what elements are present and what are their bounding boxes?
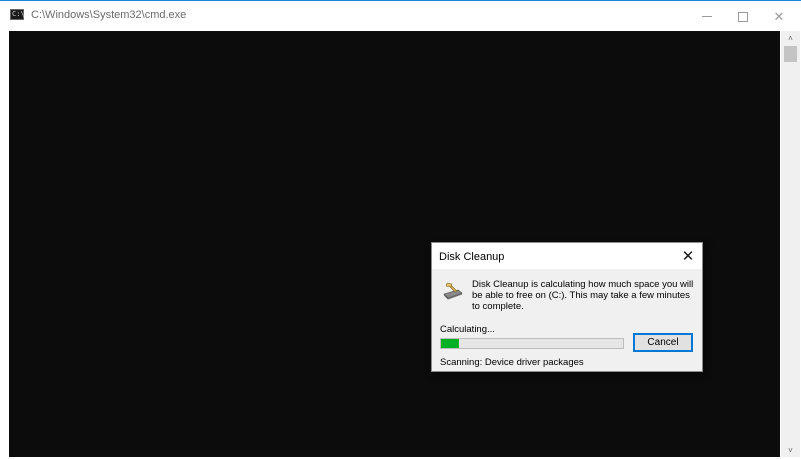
- scrollbar-thumb[interactable]: [784, 46, 797, 62]
- scroll-down-button[interactable]: ˅: [781, 443, 800, 457]
- close-icon: ✕: [681, 248, 695, 265]
- maximize-icon: [738, 11, 748, 22]
- close-button[interactable]: ✕: [761, 2, 797, 31]
- scroll-up-button[interactable]: ˄: [781, 31, 800, 45]
- vertical-scrollbar[interactable]: ˄ ˅: [781, 31, 800, 457]
- chevron-down-icon: ˅: [788, 445, 793, 455]
- cancel-button[interactable]: Cancel: [633, 333, 693, 352]
- calculating-label: Calculating...: [440, 324, 495, 335]
- progress-bar: [440, 338, 624, 349]
- cmd-window: C:\ C:\Windows\System32\cmd.exe ✕ ˄ ˅: [0, 0, 801, 459]
- maximize-button[interactable]: [725, 2, 761, 31]
- minimize-icon: [702, 16, 712, 17]
- disk-cleanup-dialog: Disk Cleanup ✕ Disk Cleanup is calculati…: [431, 242, 703, 372]
- chevron-up-icon: ˄: [788, 33, 793, 43]
- command-prompt-icon-glyph: C:\: [12, 10, 25, 18]
- dialog-close-button[interactable]: ✕: [677, 246, 699, 266]
- minimize-button[interactable]: [689, 2, 725, 31]
- command-prompt-icon[interactable]: C:\: [10, 9, 25, 20]
- dialog-title: Disk Cleanup: [439, 251, 505, 263]
- title-bar[interactable]: C:\ C:\Windows\System32\cmd.exe ✕: [0, 1, 801, 31]
- window-title: C:\Windows\System32\cmd.exe: [31, 9, 187, 21]
- disk-cleanup-icon: [443, 282, 463, 300]
- dialog-message: Disk Cleanup is calculating how much spa…: [472, 279, 694, 312]
- progress-bar-fill: [441, 339, 460, 348]
- close-icon: ✕: [773, 8, 785, 24]
- dialog-title-bar[interactable]: Disk Cleanup ✕: [432, 243, 702, 269]
- scanning-status: Scanning: Device driver packages: [440, 357, 584, 368]
